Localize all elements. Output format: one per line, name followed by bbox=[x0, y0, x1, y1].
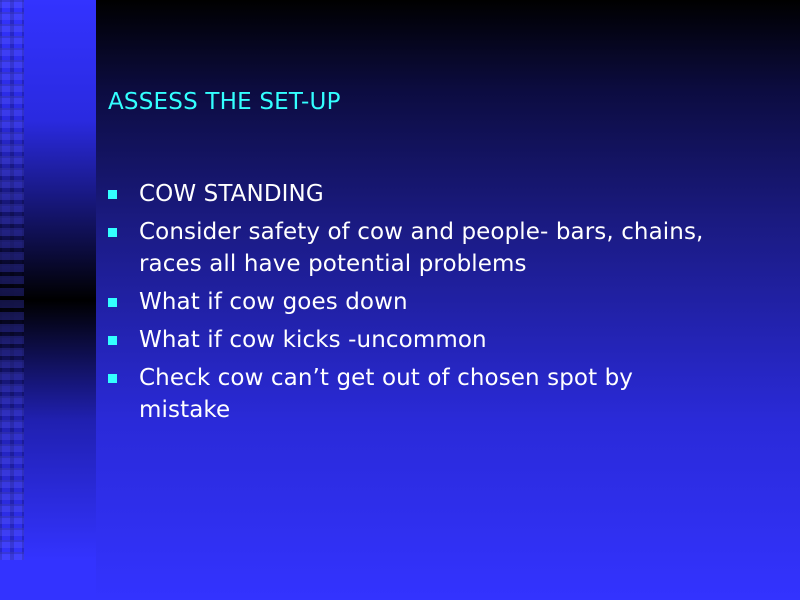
square-bullet-icon bbox=[108, 336, 117, 345]
square-bullet-icon bbox=[108, 298, 117, 307]
bullet-text: Consider safety of cow and people- bars,… bbox=[139, 219, 704, 277]
bullet-text: What if cow kicks -uncommon bbox=[139, 327, 487, 353]
bullet-item: Consider safety of cow and people- bars,… bbox=[108, 216, 748, 280]
bullet-text: What if cow goes down bbox=[139, 289, 408, 315]
square-bullet-icon bbox=[108, 374, 117, 383]
slide-title: ASSESS THE SET-UP bbox=[108, 89, 341, 115]
left-decorative-strip bbox=[0, 0, 96, 600]
bullet-list: COW STANDING Consider safety of cow and … bbox=[108, 178, 748, 432]
square-bullet-icon bbox=[108, 190, 117, 199]
bullet-item: Check cow can’t get out of chosen spot b… bbox=[108, 362, 748, 426]
square-bullet-icon bbox=[108, 228, 117, 237]
bullet-text: Check cow can’t get out of chosen spot b… bbox=[139, 365, 634, 423]
bullet-item: What if cow kicks -uncommon bbox=[108, 324, 748, 356]
bullet-item: COW STANDING bbox=[108, 178, 748, 210]
checkered-overlay bbox=[0, 0, 24, 560]
bullet-item: What if cow goes down bbox=[108, 286, 748, 318]
bullet-text: COW STANDING bbox=[139, 181, 324, 207]
